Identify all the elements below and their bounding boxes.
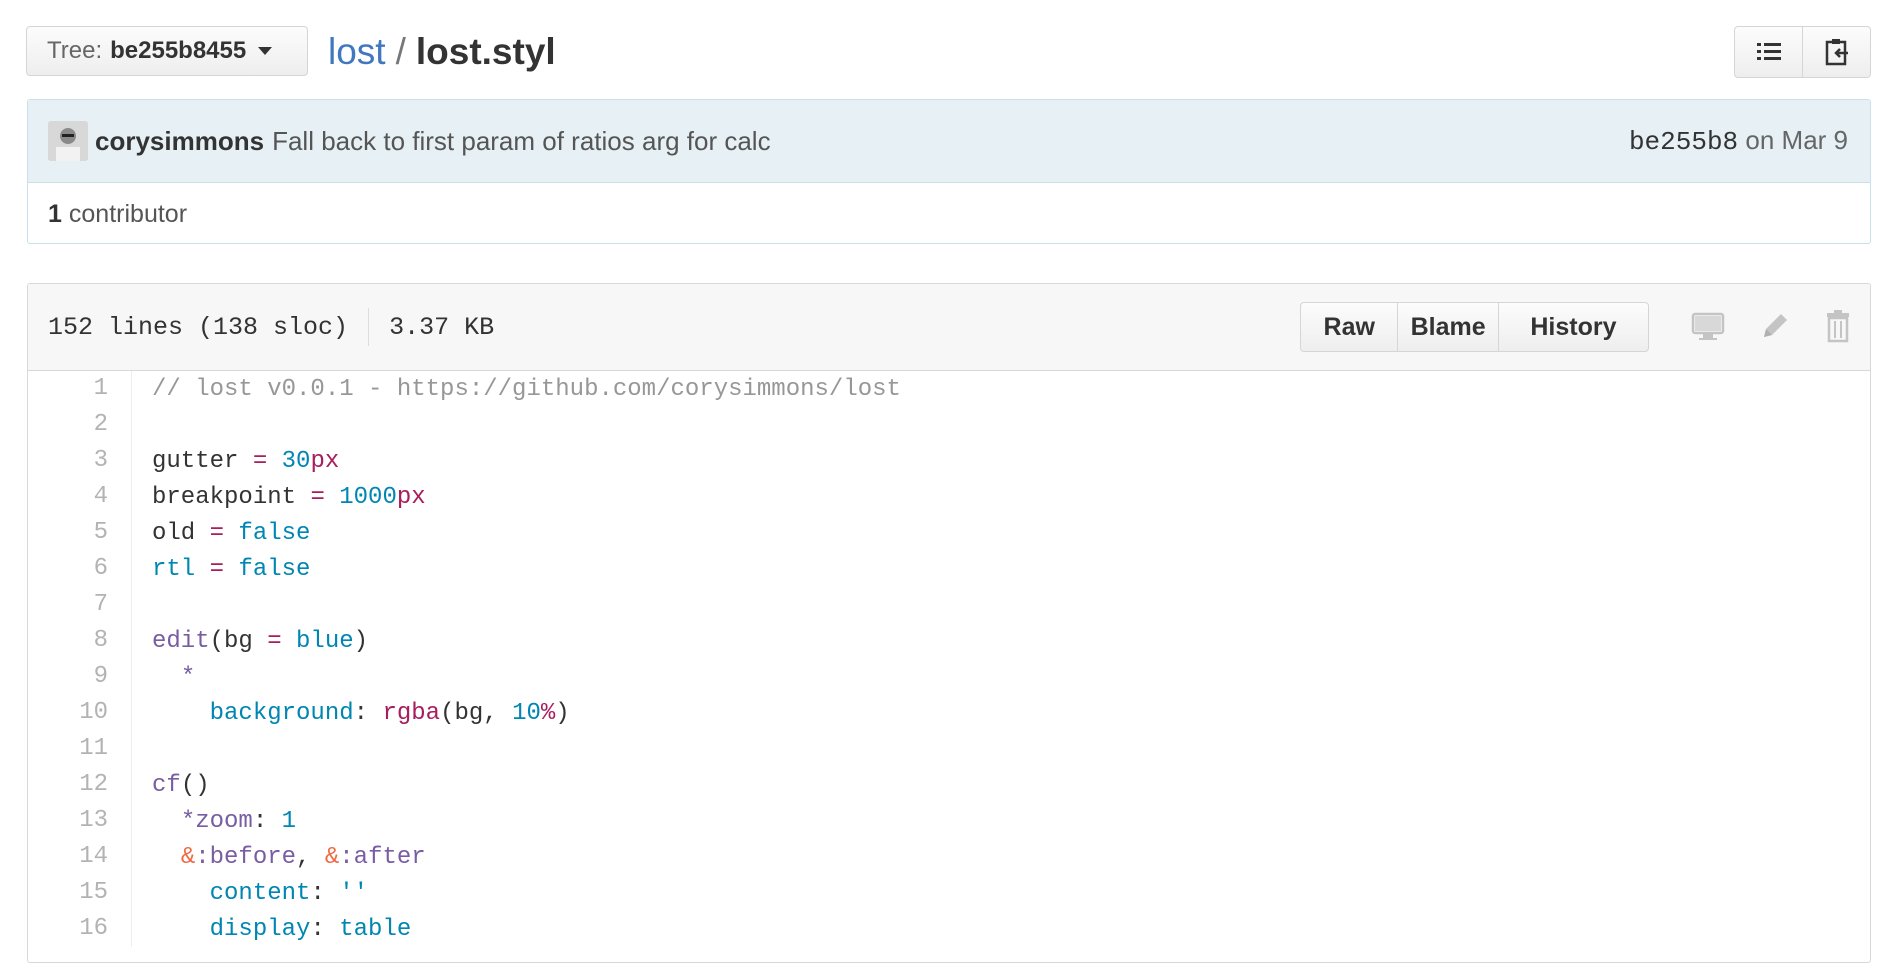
commit-message-link[interactable]: Fall back to first param of ratios arg f… — [272, 126, 771, 157]
code-line: 6 rtl = false — [28, 551, 1870, 587]
line-number[interactable]: 10 — [28, 695, 132, 731]
line-number[interactable]: 4 — [28, 479, 132, 515]
code-line: 3 gutter = 30px — [28, 443, 1870, 479]
code-text: content: '' — [209, 879, 369, 907]
code-text: rtl = false — [152, 555, 311, 583]
list-icon[interactable] — [1735, 27, 1802, 77]
breadcrumb-separator: / — [395, 31, 406, 72]
code-line: 13 *zoom: 1 — [28, 803, 1870, 839]
chevron-down-icon — [258, 47, 273, 55]
contributor-count: 1 — [48, 199, 62, 228]
trash-icon[interactable] — [1821, 309, 1855, 351]
code-line: 7 — [28, 587, 1870, 623]
commit-header: corysimmons Fall back to first param of … — [28, 100, 1870, 183]
code-line: 11 — [28, 731, 1870, 767]
blame-button[interactable]: Blame — [1397, 303, 1497, 351]
commit-sha-link[interactable]: be255b8 — [1629, 127, 1738, 157]
code-text: display: table — [209, 915, 412, 943]
code-line: 15 content: '' — [28, 875, 1870, 911]
contributors-summary[interactable]: 1 contributor — [28, 183, 1870, 245]
line-number[interactable]: 2 — [28, 407, 132, 443]
breadcrumb-file-name: lost.styl — [415, 31, 556, 72]
line-number[interactable]: 1 — [28, 371, 132, 407]
contributor-label: contributor — [68, 199, 188, 228]
code-text: edit(bg = blue) — [152, 627, 369, 655]
code-line: 10 background: rgba(bg, 10%) — [28, 695, 1870, 731]
line-number[interactable]: 5 — [28, 515, 132, 551]
code-text: cf() — [152, 771, 210, 799]
line-number[interactable]: 12 — [28, 767, 132, 803]
file-actions: Raw Blame History — [1300, 302, 1649, 352]
code-line: 16 display: table — [28, 911, 1870, 947]
code-text: *zoom: 1 — [180, 807, 297, 835]
code-view: 1 // lost v0.0.1 - https://github.com/co… — [28, 371, 1870, 947]
code-line: 5 old = false — [28, 515, 1870, 551]
file-line-count: 152 lines (138 sloc) — [48, 312, 349, 342]
code-line: 1 // lost v0.0.1 - https://github.com/co… — [28, 371, 1870, 407]
file-info-divider — [368, 308, 370, 346]
file-nav-buttons — [1734, 26, 1871, 78]
file-size: 3.37 KB — [389, 312, 495, 342]
line-number[interactable]: 6 — [28, 551, 132, 587]
breadcrumb: lost / lost.styl — [328, 30, 556, 74]
clipboard-icon[interactable] — [1802, 27, 1870, 77]
pencil-icon[interactable] — [1758, 309, 1792, 351]
line-number[interactable]: 11 — [28, 731, 132, 767]
tree-value: be255b8455 — [110, 37, 247, 64]
latest-commit-box: corysimmons Fall back to first param of … — [27, 99, 1871, 244]
code-text: background: rgba(bg, 10%) — [209, 699, 570, 727]
line-number[interactable]: 14 — [28, 839, 132, 875]
file-header: 152 lines (138 sloc) 3.37 KB Raw Blame H… — [28, 284, 1870, 371]
code-line: 8 edit(bg = blue) — [28, 623, 1870, 659]
line-number[interactable]: 8 — [28, 623, 132, 659]
file-view: Tree: be255b8455 lost / lost.styl corysi… — [0, 0, 1894, 963]
code-line: 4 breakpoint = 1000px — [28, 479, 1870, 515]
code-line: 12 cf() — [28, 767, 1870, 803]
avatar[interactable] — [48, 121, 88, 161]
code-text: breakpoint = 1000px — [152, 483, 426, 511]
tree-branch-selector[interactable]: Tree: be255b8455 — [26, 26, 308, 76]
code-line: 9 * — [28, 659, 1870, 695]
tree-label: Tree: — [47, 37, 103, 64]
code-line: 14 &:before, &:after — [28, 839, 1870, 875]
commit-author-link[interactable]: corysimmons — [95, 126, 264, 157]
line-number[interactable]: 9 — [28, 659, 132, 695]
line-number[interactable]: 13 — [28, 803, 132, 839]
file-content-box: 152 lines (138 sloc) 3.37 KB Raw Blame H… — [27, 283, 1871, 963]
raw-button[interactable]: Raw — [1301, 303, 1397, 351]
code-text: old = false — [152, 519, 311, 547]
breadcrumb-repo-link[interactable]: lost — [328, 31, 386, 72]
code-text: // lost v0.0.1 - https://github.com/cory… — [152, 375, 901, 403]
code-text: &:before, &:after — [180, 843, 426, 871]
line-number[interactable]: 7 — [28, 587, 132, 623]
commit-meta: be255b8 on Mar 9 — [1629, 125, 1848, 157]
history-button[interactable]: History — [1497, 303, 1648, 351]
code-text: * — [180, 663, 196, 691]
desktop-icon[interactable] — [1691, 309, 1725, 351]
line-number[interactable]: 16 — [28, 911, 132, 947]
commit-date: on Mar 9 — [1745, 125, 1848, 155]
code-text: gutter = 30px — [152, 447, 340, 475]
code-line: 2 — [28, 407, 1870, 443]
line-number[interactable]: 15 — [28, 875, 132, 911]
line-number[interactable]: 3 — [28, 443, 132, 479]
